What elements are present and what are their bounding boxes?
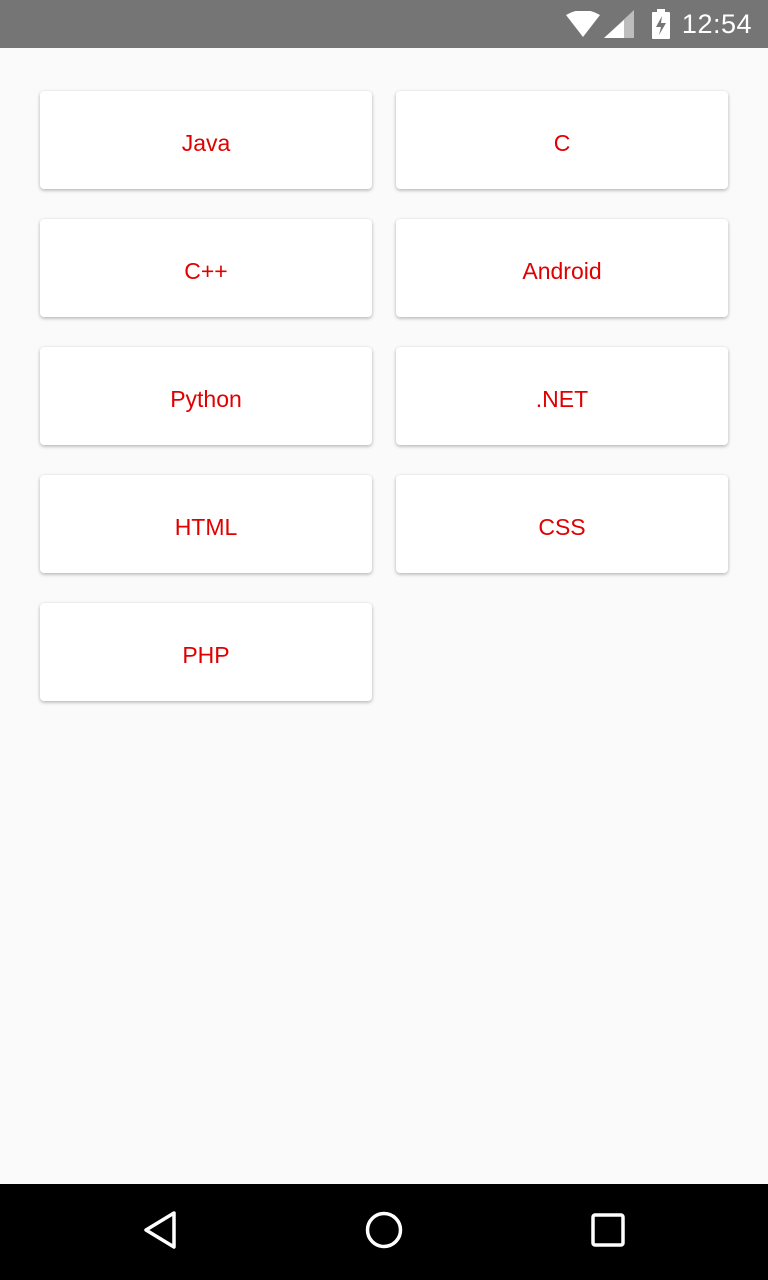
wifi-icon (565, 11, 600, 37)
home-icon (364, 1210, 404, 1255)
language-grid: Java C C++ Android Python .NET HTML CSS … (40, 91, 728, 701)
card-cpp[interactable]: C++ (40, 219, 372, 317)
card-html[interactable]: HTML (40, 475, 372, 573)
card-python[interactable]: Python (40, 347, 372, 445)
card-android[interactable]: Android (396, 219, 728, 317)
card-label: Java (181, 129, 231, 156)
status-bar: 12:54 (0, 0, 768, 48)
card-label: HTML (174, 513, 238, 540)
card-label: .NET (535, 385, 589, 412)
content-area: Java C C++ Android Python .NET HTML CSS … (0, 48, 768, 1184)
recents-button[interactable] (584, 1208, 632, 1256)
card-css[interactable]: CSS (396, 475, 728, 573)
card-label: C (553, 129, 571, 156)
card-label: PHP (182, 641, 230, 668)
card-dotnet[interactable]: .NET (396, 347, 728, 445)
card-php[interactable]: PHP (40, 603, 372, 701)
status-icons: 12:54 (565, 0, 752, 48)
back-icon (142, 1210, 178, 1255)
back-button[interactable] (136, 1208, 184, 1256)
card-java[interactable]: Java (40, 91, 372, 189)
home-button[interactable] (360, 1208, 408, 1256)
card-label: Android (522, 257, 602, 284)
card-label: C++ (184, 257, 228, 284)
signal-icon (603, 10, 634, 38)
recents-icon (590, 1212, 626, 1253)
card-c[interactable]: C (396, 91, 728, 189)
status-time: 12:54 (681, 8, 752, 39)
card-label: Python (170, 385, 242, 412)
battery-charging-icon (651, 9, 670, 39)
card-label: CSS (538, 513, 586, 540)
navigation-bar (0, 1184, 768, 1280)
